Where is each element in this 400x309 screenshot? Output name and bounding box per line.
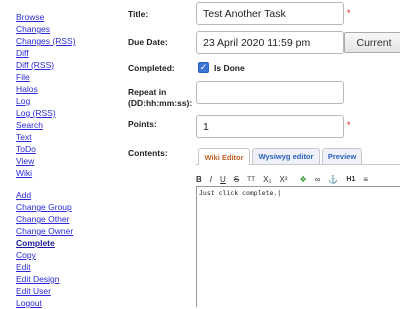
checkmark-icon: ✓	[199, 62, 208, 72]
repeat-format-label: (DD:hh:mm:ss):	[128, 98, 193, 108]
wiki-text-area[interactable]: Just click complete.|	[196, 186, 400, 307]
nav-separator	[16, 179, 76, 189]
nav-group-actions: Add Change Group Change Other Change Owner C…	[16, 189, 76, 309]
italic-button[interactable]: I	[210, 175, 212, 184]
color-icon[interactable]: ❖	[300, 175, 307, 184]
side-navigation: Browse Changes Changes (RSS) Diff Diff (RSS)…	[16, 11, 76, 309]
contents-label: Contents:	[128, 148, 168, 158]
repeat-label: Repeat in	[128, 87, 167, 97]
link-icon[interactable]: ∞	[315, 175, 321, 184]
nav-link-edit-user[interactable]: Edit User	[16, 285, 76, 297]
nav-link-change-owner[interactable]: Change Owner	[16, 225, 76, 237]
nav-link-text[interactable]: Text	[16, 131, 76, 143]
is-done-checkbox[interactable]: ✓	[198, 62, 209, 73]
due-date-input[interactable]: 23 April 2020 11:59 pm	[196, 31, 344, 54]
nav-link-wiki[interactable]: Wiki	[16, 167, 76, 179]
nav-link-change-group[interactable]: Change Group	[16, 201, 76, 213]
points-required-mark: *	[347, 120, 351, 130]
current-date-button[interactable]: Current	[344, 32, 400, 53]
anchor-icon[interactable]: ⚓	[328, 175, 338, 184]
nav-link-edit-design[interactable]: Edit Design	[16, 273, 76, 285]
nav-link-changes-rss[interactable]: Changes (RSS)	[16, 35, 76, 47]
title-required-mark: *	[347, 8, 351, 18]
nav-link-view[interactable]: View	[16, 155, 76, 167]
nav-link-changes[interactable]: Changes	[16, 23, 76, 35]
list-icon[interactable]: ≡	[363, 175, 368, 184]
completed-label: Completed:	[128, 63, 175, 73]
repeat-input[interactable]	[196, 81, 344, 104]
nav-link-search[interactable]: Search	[16, 119, 76, 131]
tab-wysiwyg-editor[interactable]: Wysiwyg editor	[252, 148, 320, 164]
nav-link-file[interactable]: File	[16, 71, 76, 83]
title-input[interactable]: Test Another Task	[196, 2, 344, 25]
subscript-button[interactable]: X₂	[263, 175, 271, 184]
bold-button[interactable]: B	[196, 175, 202, 184]
editor-toolbar: B I U S TT X₂ X² ❖ ∞ ⚓ H1 ≡	[196, 172, 400, 186]
strikethrough-button[interactable]: S	[234, 175, 239, 184]
nav-link-add[interactable]: Add	[16, 189, 76, 201]
nav-link-copy[interactable]: Copy	[16, 249, 76, 261]
text-cursor: |	[277, 189, 282, 197]
points-label: Points:	[128, 119, 157, 129]
nav-link-diff-rss[interactable]: Diff (RSS)	[16, 59, 76, 71]
editor-text: Just click complete.	[199, 189, 278, 197]
heading-button[interactable]: H1	[346, 176, 355, 183]
tab-wiki-editor[interactable]: Wiki Editor	[198, 148, 250, 165]
is-done-label: Is Done	[214, 63, 245, 73]
points-input[interactable]: 1	[196, 115, 344, 138]
nav-link-logout[interactable]: Logout	[16, 297, 76, 309]
teletype-button[interactable]: TT	[247, 176, 255, 183]
superscript-button[interactable]: X²	[280, 175, 288, 184]
nav-link-browse[interactable]: Browse	[16, 11, 76, 23]
nav-link-todo[interactable]: ToDo	[16, 143, 76, 155]
nav-link-complete[interactable]: Complete	[16, 237, 76, 249]
nav-group-views: Browse Changes Changes (RSS) Diff Diff (RSS)…	[16, 11, 76, 179]
editor-tabs: Wiki Editor Wysiwyg editor Preview	[196, 146, 400, 165]
title-label: Title:	[128, 9, 149, 19]
nav-link-log[interactable]: Log	[16, 95, 76, 107]
nav-link-halos[interactable]: Halos	[16, 83, 76, 95]
tab-preview[interactable]: Preview	[322, 148, 362, 164]
nav-link-diff[interactable]: Diff	[16, 47, 76, 59]
nav-link-log-rss[interactable]: Log (RSS)	[16, 107, 76, 119]
underline-button[interactable]: U	[220, 175, 226, 184]
nav-link-change-other[interactable]: Change Other	[16, 213, 76, 225]
due-date-label: Due Date:	[128, 37, 168, 47]
nav-link-edit[interactable]: Edit	[16, 261, 76, 273]
